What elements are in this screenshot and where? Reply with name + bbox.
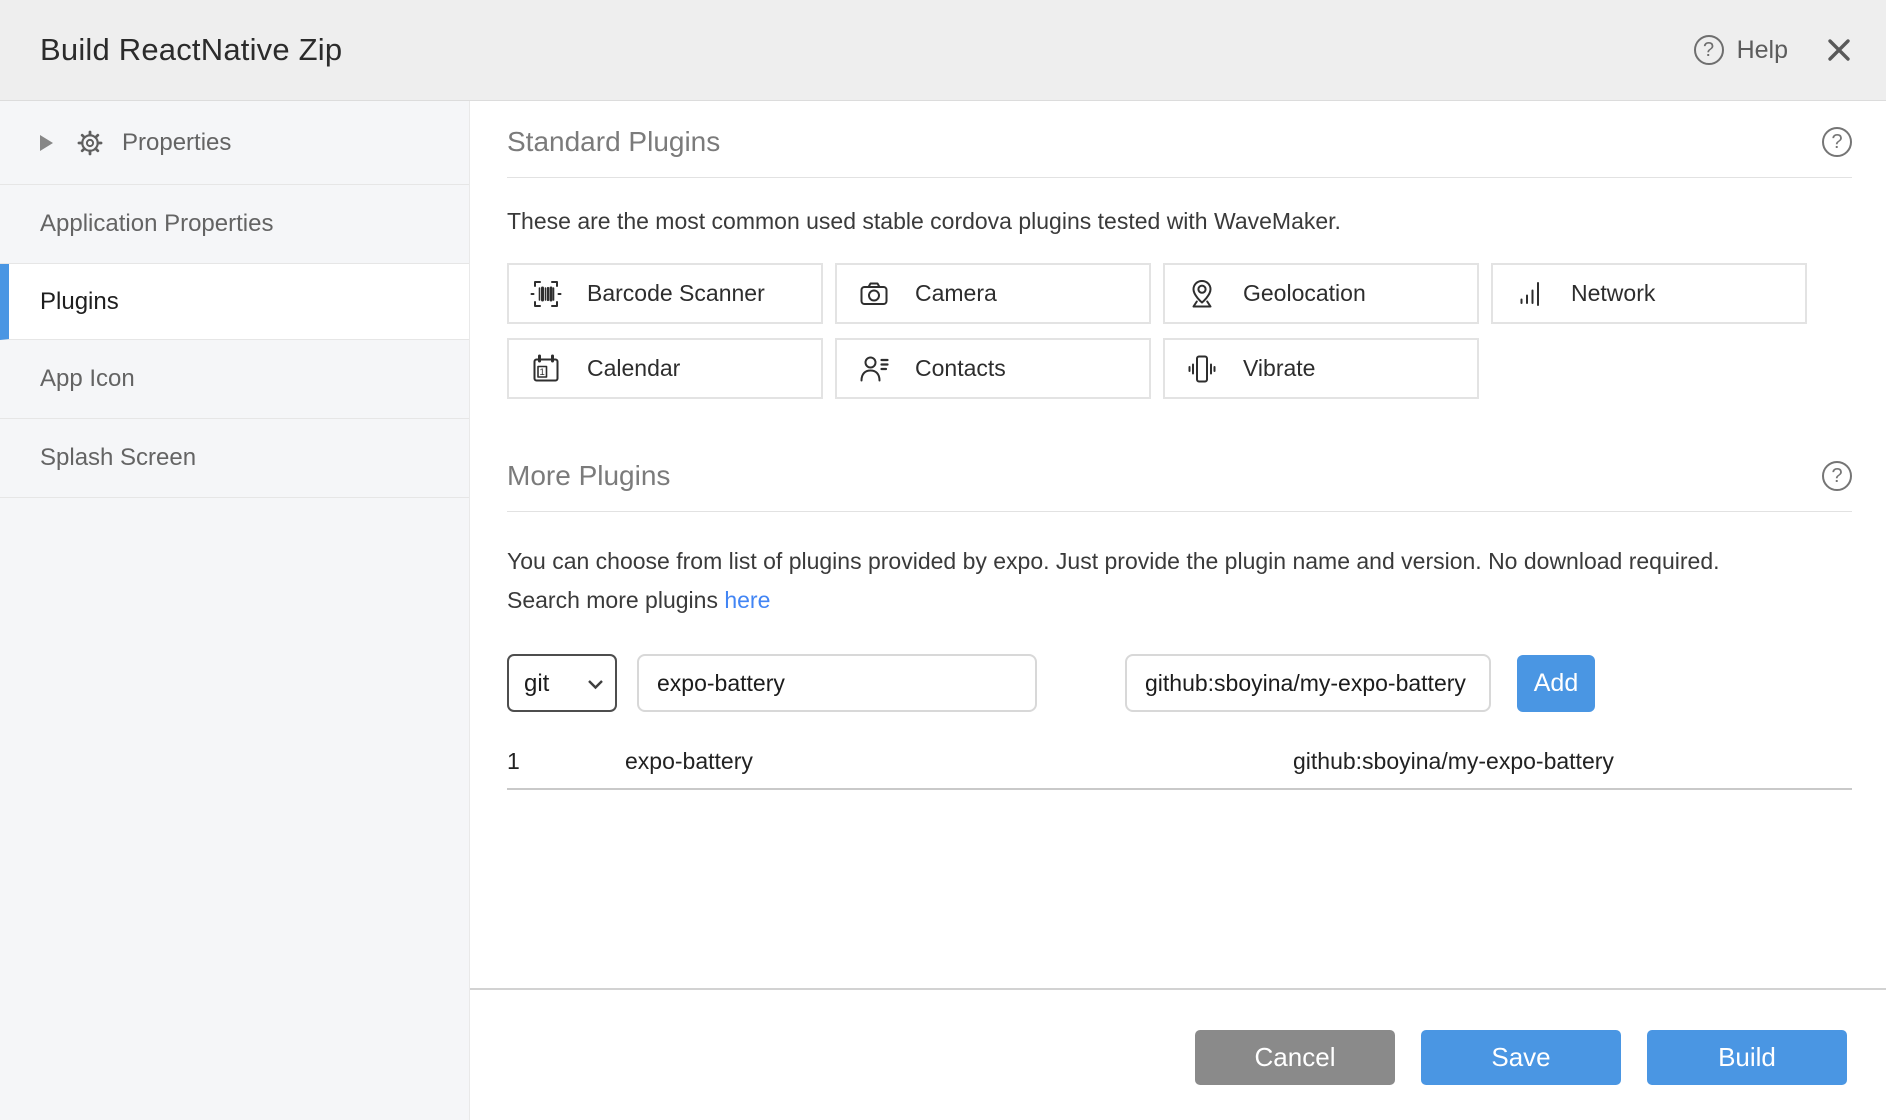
add-plugin-form: git Add [507, 654, 1852, 712]
standard-plugins-help-icon[interactable]: ? [1822, 127, 1852, 157]
build-reactnative-zip-dialog: Build ReactNative Zip ? Help [0, 0, 1886, 1120]
vibrate-icon [1183, 350, 1221, 388]
cancel-button[interactable]: Cancel [1195, 1030, 1395, 1085]
standard-plugins-description: These are the most common used stable co… [507, 208, 1852, 235]
sidebar-item-label: Properties [122, 129, 231, 157]
add-button[interactable]: Add [1517, 655, 1595, 712]
close-icon[interactable] [1824, 35, 1854, 65]
plugin-card-network[interactable]: Network [1491, 263, 1807, 324]
help-label: Help [1737, 36, 1788, 65]
plugin-source-select-wrap: git [507, 654, 617, 712]
gear-icon [75, 128, 105, 158]
search-more-plugins-text: Search more plugins [507, 587, 718, 613]
standard-plugins-grid: Barcode Scanner Camera [507, 263, 1819, 399]
help-icon-glyph: ? [1703, 39, 1714, 62]
page-title: Build ReactNative Zip [40, 32, 342, 68]
barcode-icon [527, 275, 565, 313]
dialog-footer: Cancel Save Build [507, 988, 1852, 1120]
sidebar-item-plugins[interactable]: Plugins [0, 264, 469, 340]
network-icon [1511, 275, 1549, 313]
geolocation-icon [1183, 275, 1221, 313]
help-button[interactable]: ? Help [1694, 35, 1788, 65]
sidebar-item-label: Application Properties [40, 210, 273, 238]
plugin-card-label: Barcode Scanner [587, 280, 765, 307]
plugin-name-input[interactable] [637, 654, 1037, 712]
sidebar-item-label: Splash Screen [40, 444, 196, 472]
plugin-card-label: Vibrate [1243, 355, 1315, 382]
sidebar-item-label: App Icon [40, 365, 135, 393]
plugin-row-name: expo-battery [625, 748, 1293, 775]
sidebar: Properties Application Properties Plugin… [0, 101, 470, 1120]
camera-icon [855, 275, 893, 313]
standard-plugins-header: Standard Plugins ? [507, 101, 1852, 178]
more-plugins-header: More Plugins ? [507, 435, 1852, 512]
plugin-card-label: Contacts [915, 355, 1006, 382]
help-icon: ? [1694, 35, 1724, 65]
standard-plugins-title: Standard Plugins [507, 126, 720, 158]
build-button[interactable]: Build [1647, 1030, 1847, 1085]
more-plugins-description: You can choose from list of plugins prov… [507, 542, 1852, 620]
plugin-card-vibrate[interactable]: Vibrate [1163, 338, 1479, 399]
plugin-card-barcode-scanner[interactable]: Barcode Scanner [507, 263, 823, 324]
help-icon-glyph: ? [1831, 465, 1842, 488]
plugin-row-index: 1 [507, 748, 625, 775]
expand-arrow-icon [40, 135, 53, 151]
plugin-card-label: Calendar [587, 355, 680, 382]
more-plugins-help-icon[interactable]: ? [1822, 461, 1852, 491]
more-plugins-description-text: You can choose from list of plugins prov… [507, 548, 1720, 574]
sidebar-item-application-properties[interactable]: Application Properties [0, 185, 469, 264]
plugin-card-contacts[interactable]: Contacts [835, 338, 1151, 399]
plugin-card-label: Geolocation [1243, 280, 1366, 307]
plugin-card-geolocation[interactable]: Geolocation [1163, 263, 1479, 324]
plugin-source-select[interactable]: git [507, 654, 617, 712]
svg-text:1: 1 [540, 367, 545, 378]
help-icon-glyph: ? [1831, 131, 1842, 154]
plugin-card-label: Camera [915, 280, 997, 307]
plugin-url-input[interactable] [1125, 654, 1491, 712]
sidebar-item-properties[interactable]: Properties [0, 101, 469, 185]
search-plugins-link[interactable]: here [724, 587, 770, 613]
added-plugin-row[interactable]: 1 expo-battery github:sboyina/my-expo-ba… [507, 734, 1852, 790]
sidebar-item-app-icon[interactable]: App Icon [0, 340, 469, 419]
contacts-icon [855, 350, 893, 388]
plugin-card-calendar[interactable]: 1 Calendar [507, 338, 823, 399]
main-content: Standard Plugins ? These are the most co… [470, 101, 1886, 1120]
more-plugins-title: More Plugins [507, 460, 670, 492]
sidebar-item-splash-screen[interactable]: Splash Screen [0, 419, 469, 498]
dialog-header: Build ReactNative Zip ? Help [0, 0, 1886, 101]
calendar-icon: 1 [527, 350, 565, 388]
sidebar-item-label: Plugins [40, 288, 119, 316]
plugin-row-url: github:sboyina/my-expo-battery [1293, 748, 1614, 775]
save-button[interactable]: Save [1421, 1030, 1621, 1085]
plugin-card-label: Network [1571, 280, 1655, 307]
plugin-card-camera[interactable]: Camera [835, 263, 1151, 324]
